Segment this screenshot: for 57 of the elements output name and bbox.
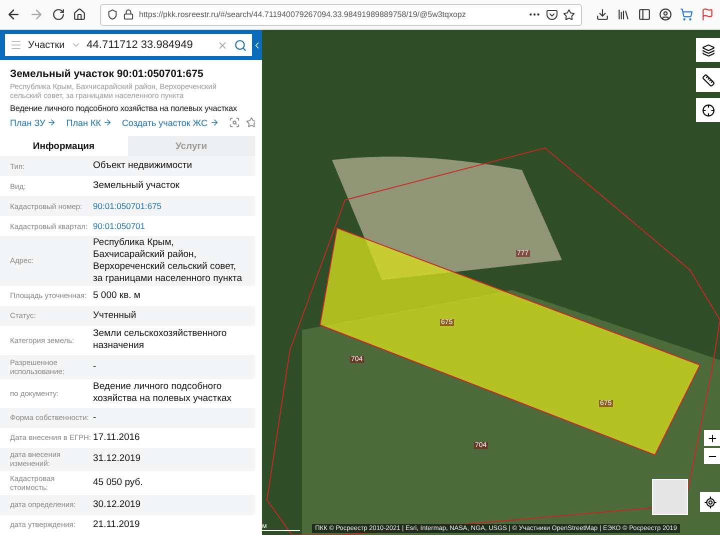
ruler-icon	[702, 74, 714, 86]
shield-icon	[107, 9, 118, 20]
zoom-out-button[interactable]	[704, 448, 720, 464]
field-value: 45 050 руб.	[93, 477, 143, 490]
locate-icon	[704, 496, 716, 508]
url-text: https://pkk.rosreestr.ru/#/search/44.711940079267094.33.98491989889758/19/@5w3tqxopz	[139, 10, 467, 19]
lock-icon	[123, 9, 134, 20]
search-field[interactable]: Участки 44.711712 33.984949	[5, 34, 252, 56]
plan-link[interactable]: Создать участок ЖС	[122, 118, 219, 128]
field-value: -	[93, 412, 96, 424]
download-icon[interactable]	[596, 8, 609, 21]
arrow-right-icon	[210, 118, 219, 127]
field-value: 21.11.2019	[93, 518, 140, 531]
cart-icon[interactable]	[680, 8, 693, 21]
address-bar[interactable]: https://pkk.rosreestr.ru/#/search/44.711940079267094.33.98491989889758/19/@5w3tqxopz	[100, 4, 582, 26]
bookmark-star-icon[interactable]	[563, 8, 575, 20]
field-value: Земли сельскохозяйственного назначения	[93, 328, 228, 352]
parcel-purpose: Ведение личного подсобного хозяйства на полевых участках	[10, 104, 237, 113]
crosshair-icon	[702, 104, 714, 116]
zoom-in-button[interactable]	[704, 430, 720, 446]
home-icon[interactable]	[73, 8, 86, 21]
field-value: Объект недвижимости	[93, 160, 192, 172]
arrow-right-icon	[102, 118, 112, 127]
field-link[interactable]: 90:01:050701	[93, 220, 145, 232]
zoom-to-icon[interactable]	[228, 117, 240, 128]
plus-icon	[706, 432, 718, 444]
layers-button[interactable]	[696, 38, 720, 62]
ruler-button[interactable]	[696, 68, 720, 92]
field-value: 31.12.2019	[93, 453, 141, 466]
sidebar-icon[interactable]	[638, 8, 651, 21]
flag-icon[interactable]	[701, 8, 714, 21]
field-value: -	[93, 360, 96, 373]
arrow-right-icon	[47, 118, 56, 127]
search-query: 44.711712 33.984949	[86, 39, 194, 51]
field-value: 30.12.2019	[93, 498, 141, 511]
library-icon[interactable]	[617, 8, 630, 21]
account-icon[interactable]	[659, 8, 672, 21]
field-value: Учтенный	[93, 310, 136, 322]
reload-icon[interactable]	[52, 8, 65, 21]
field-value: Ведение личного подсобного хозяйства на полевых участках	[93, 381, 233, 406]
parcel-title: Земельный участок 90:01:050701:675	[10, 68, 204, 80]
category-select[interactable]: Участки	[28, 40, 65, 50]
back-icon[interactable]	[6, 7, 21, 22]
field-value: Земельный участок	[93, 180, 180, 192]
field-value: 5 000 кв. м	[93, 290, 140, 302]
pocket-icon[interactable]	[546, 8, 558, 20]
field-link[interactable]: 90:01:050701:675	[93, 200, 162, 212]
crosshair-button[interactable]	[696, 98, 720, 122]
locate-button[interactable]	[700, 492, 720, 512]
plan-link[interactable]: План ЗУ	[10, 118, 56, 128]
search-icon[interactable]	[234, 38, 247, 52]
field-value: Республика Крым, Бахчисарайский район, Верхореченский сельский совет, за границами населенного пункта	[93, 236, 244, 285]
minimap	[652, 479, 688, 515]
plan-link[interactable]: План КК	[66, 118, 112, 128]
field-value: 17.11.2016	[93, 432, 140, 444]
favorite-star-icon[interactable]	[246, 117, 255, 128]
layers-icon	[702, 44, 714, 56]
